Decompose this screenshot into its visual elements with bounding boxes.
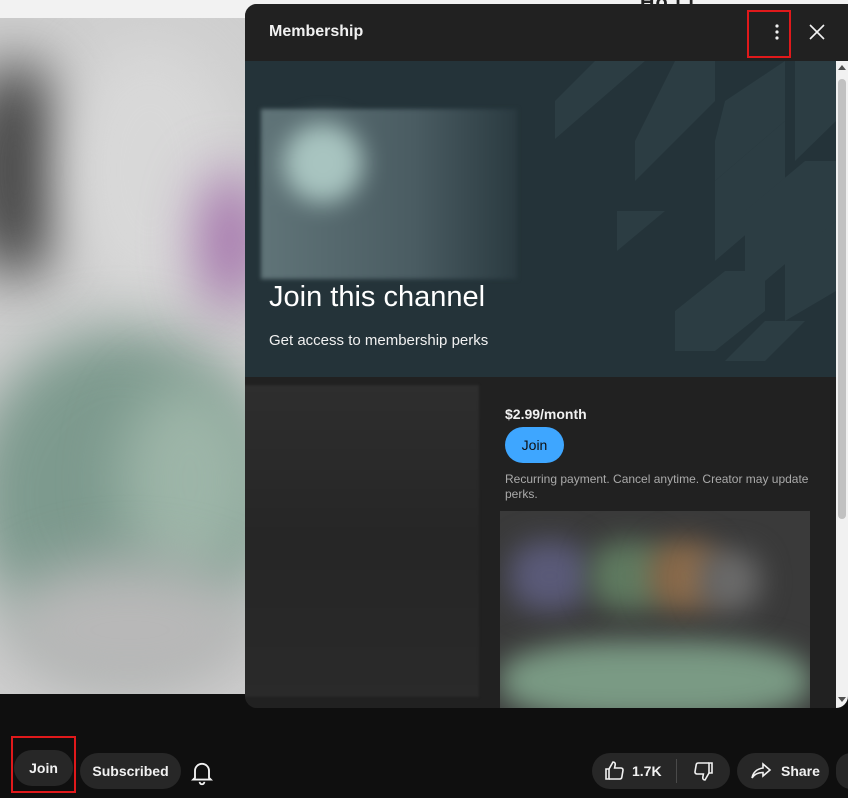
share-button[interactable]: Share — [737, 753, 829, 789]
banner-title: Join this channel — [269, 281, 486, 313]
tier-price: $2.99/month — [505, 406, 587, 422]
panel-title: Membership — [269, 23, 364, 40]
recurring-note: Recurring payment. Cancel anytime. Creat… — [505, 472, 809, 501]
join-highlight-box — [11, 736, 76, 793]
close-icon — [805, 20, 829, 44]
subscribed-button[interactable]: Subscribed — [80, 753, 181, 789]
like-dislike-group: 1.7K — [592, 753, 730, 789]
share-icon — [749, 759, 773, 783]
membership-banner: Join this channel Get access to membersh… — [245, 61, 836, 377]
like-count: 1.7K — [632, 763, 662, 779]
scroll-up-arrow[interactable] — [838, 65, 846, 70]
tier-join-button[interactable]: Join — [505, 427, 564, 463]
banner-subtitle: Get access to membership perks — [269, 332, 489, 349]
tier-join-label: Join — [521, 437, 548, 453]
thumbs-up-icon — [602, 759, 626, 783]
subscribed-button-label: Subscribed — [92, 763, 169, 779]
membership-tier: $2.99/month Join Recurring payment. Canc… — [245, 377, 836, 708]
panel-header: Membership — [245, 4, 848, 61]
close-button[interactable] — [797, 12, 837, 52]
scroll-thumb[interactable] — [838, 79, 846, 519]
like-button[interactable]: 1.7K — [592, 753, 676, 789]
panel-scrollbar[interactable] — [836, 61, 848, 708]
more-actions-button[interactable] — [836, 753, 848, 789]
perk-preview-image — [500, 511, 810, 708]
share-button-label: Share — [781, 763, 820, 779]
channel-avatar — [283, 123, 363, 203]
channel-banner-image — [261, 109, 517, 279]
thumbs-down-icon — [692, 759, 716, 783]
more-options-highlight-box — [747, 10, 791, 58]
dislike-button[interactable] — [677, 753, 730, 789]
bell-icon[interactable] — [188, 758, 216, 786]
action-bar: Join Subscribed 1.7K Share — [0, 694, 848, 798]
tier-badge-image — [245, 385, 479, 697]
membership-panel: Membership Join this channel Get access … — [245, 4, 848, 708]
scroll-down-arrow[interactable] — [838, 697, 846, 702]
